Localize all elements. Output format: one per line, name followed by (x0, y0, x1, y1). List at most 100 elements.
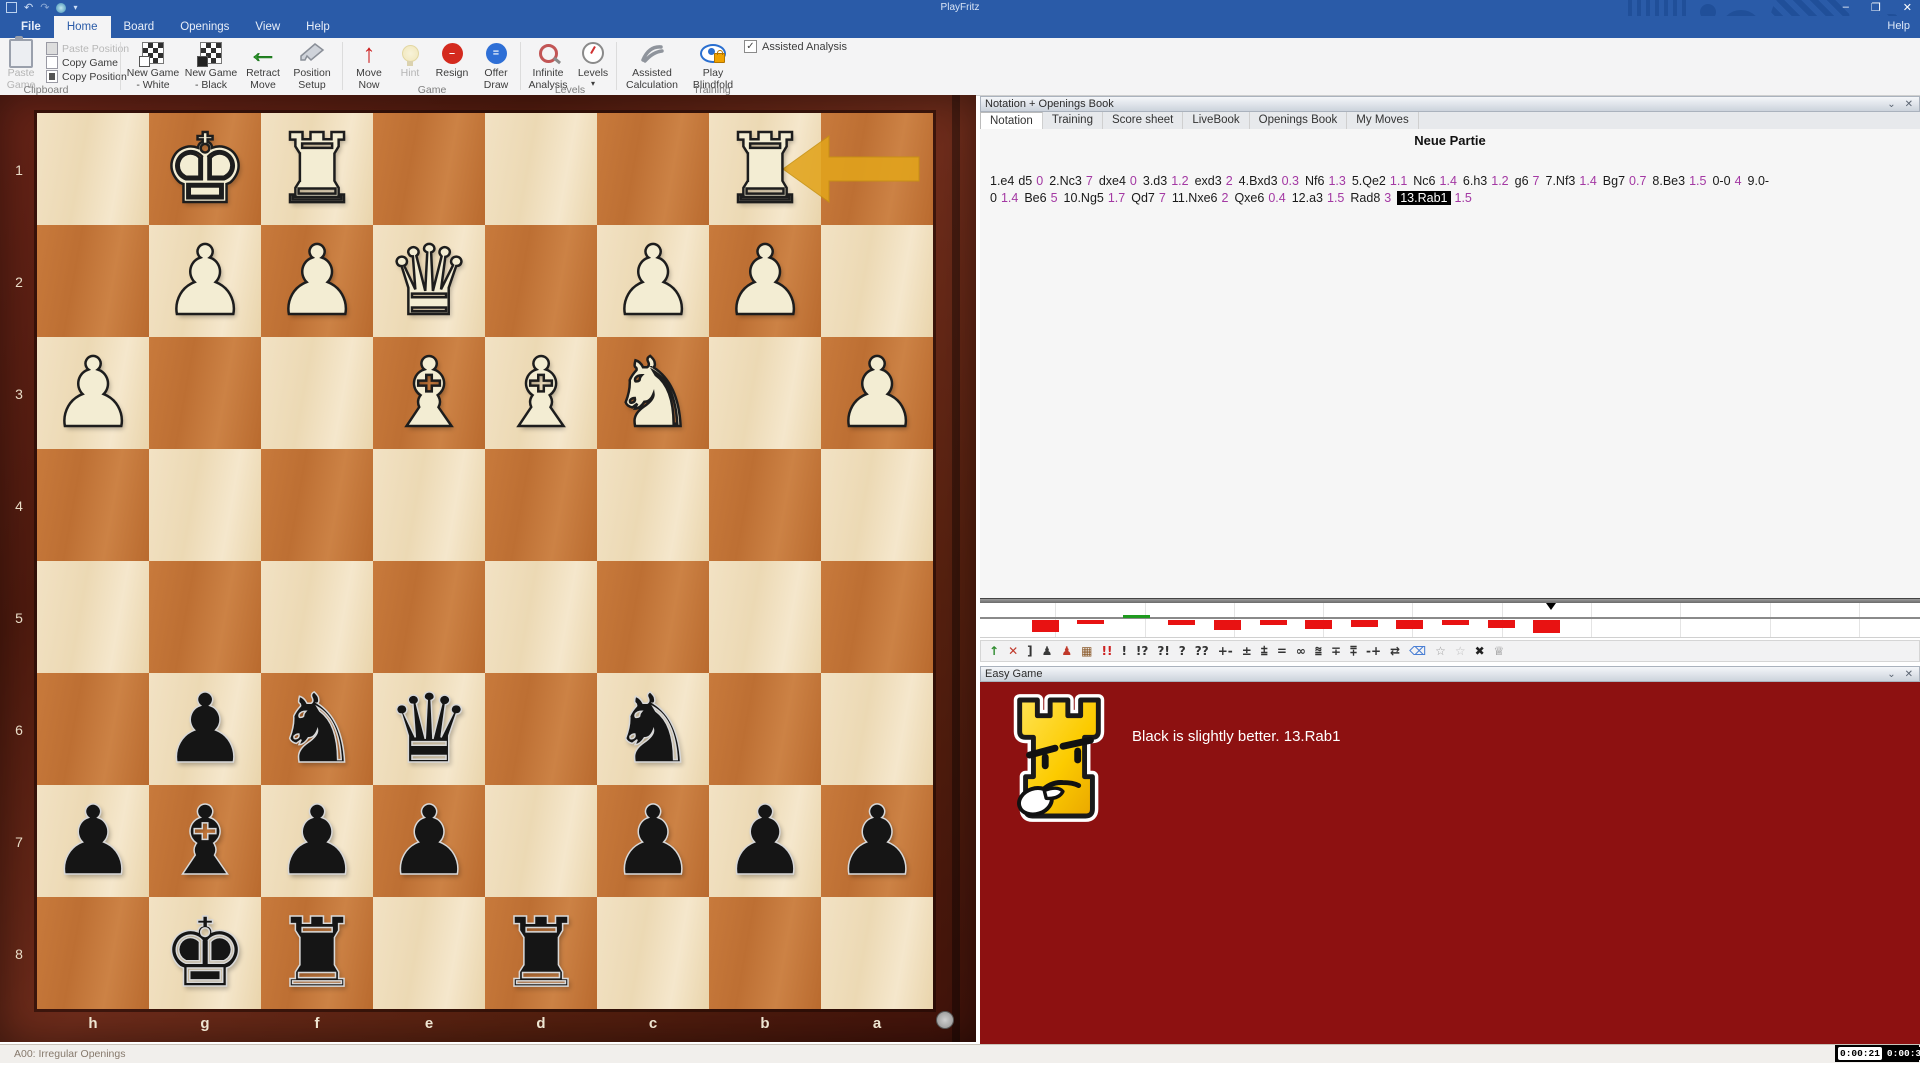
move[interactable]: Bg7 (1603, 174, 1625, 188)
black-pawn-e7[interactable]: ♟ (373, 785, 485, 897)
square-a8[interactable] (821, 897, 933, 1009)
new-game-black-button[interactable]: New Game- Black (182, 40, 240, 92)
dubious-move-icon[interactable]: ?! (1157, 644, 1169, 658)
square-h4[interactable] (37, 449, 149, 561)
black-pawn-g6[interactable]: ♟ (149, 673, 261, 785)
black-pawn-c7[interactable]: ♟ (597, 785, 709, 897)
square-g3[interactable] (149, 337, 261, 449)
square-d5[interactable] (485, 561, 597, 673)
square-d4[interactable] (485, 449, 597, 561)
square-f5[interactable] (261, 561, 373, 673)
square-c8[interactable] (597, 897, 709, 1009)
main-line-arrow-icon[interactable]: ↑ (989, 644, 999, 658)
star-plus-icon[interactable]: ☆ (1455, 644, 1466, 658)
move[interactable]: 12.a3 (1292, 191, 1323, 205)
move[interactable]: 6.h3 (1463, 174, 1487, 188)
position-setup-button[interactable]: PositionSetup (288, 40, 336, 92)
move[interactable]: 10.Ng5 (1064, 191, 1104, 205)
square-f4[interactable] (261, 449, 373, 561)
move[interactable]: 8.Be3 (1652, 174, 1685, 188)
resign-button[interactable]: – Resign (430, 40, 474, 79)
eval-bar-move-11[interactable] (1488, 620, 1515, 628)
square-f3[interactable] (261, 337, 373, 449)
tab-openings-book[interactable]: Openings Book (1250, 112, 1348, 129)
square-c5[interactable] (597, 561, 709, 673)
end-variation-icon[interactable]: ] (1027, 644, 1032, 658)
move[interactable]: 0-0 (1712, 174, 1730, 188)
square-a1[interactable] (821, 113, 933, 225)
current-move[interactable]: 13.Rab1 (1397, 191, 1450, 205)
white-rook-b1[interactable]: ♜ (709, 113, 821, 225)
unclear-icon[interactable]: ∞ (1296, 644, 1306, 658)
tab-view[interactable]: View (242, 16, 293, 38)
assisted-analysis-checkbox[interactable]: ✓ Assisted Analysis (744, 40, 847, 53)
notation-pane-header[interactable]: Notation + Openings Book ⌄✕ (980, 96, 1920, 112)
white-pawn-a3[interactable]: ♟ (821, 337, 933, 449)
pane-dropdown-icon[interactable]: ⌄ (1887, 98, 1895, 112)
current-position-marker[interactable] (1546, 603, 1556, 610)
tab-board[interactable]: Board (111, 16, 168, 38)
easy-game-pane-header[interactable]: Easy Game ⌄✕ (980, 666, 1920, 682)
interesting-move-icon[interactable]: !? (1136, 644, 1148, 658)
white-slightly-better-icon[interactable]: ⩲ (1261, 644, 1268, 659)
help-link[interactable]: Help (1887, 20, 1910, 32)
tab-notation[interactable]: Notation (980, 112, 1043, 129)
move[interactable]: 3.d3 (1143, 174, 1167, 188)
black-knight-c6[interactable]: ♞ (597, 673, 709, 785)
counterplay-icon[interactable]: ⇄ (1390, 644, 1400, 658)
minimize-button[interactable]: – (1843, 1, 1849, 14)
move[interactable]: g6 (1515, 174, 1529, 188)
tab-home[interactable]: Home (54, 16, 111, 38)
tab-openings[interactable]: Openings (167, 16, 242, 38)
compensation-icon[interactable]: ⩰ (1315, 644, 1322, 659)
eval-bar-move-2[interactable] (1077, 620, 1104, 624)
white-pawn-c2[interactable]: ♟ (597, 225, 709, 337)
white-pawn-f2[interactable]: ♟ (261, 225, 373, 337)
square-g5[interactable] (149, 561, 261, 673)
pane-close-icon[interactable]: ✕ (1905, 98, 1913, 112)
square-a4[interactable] (821, 449, 933, 561)
eval-bar-move-9[interactable] (1396, 620, 1423, 629)
black-winning-icon[interactable]: -+ (1366, 644, 1381, 658)
tab-score-sheet[interactable]: Score sheet (1103, 112, 1183, 129)
move-now-button[interactable]: ↑ MoveNow (348, 40, 390, 92)
square-e4[interactable] (373, 449, 485, 561)
assisted-calculation-button[interactable]: AssistedCalculation (620, 40, 684, 92)
square-a6[interactable] (821, 673, 933, 785)
black-pawn-a7[interactable]: ♟ (821, 785, 933, 897)
eraser-icon[interactable]: ⌫ (1409, 644, 1426, 658)
square-g4[interactable] (149, 449, 261, 561)
eval-bar-move-1[interactable] (1032, 620, 1059, 632)
delete-move-icon[interactable]: ✕ (1008, 644, 1018, 658)
move[interactable]: Nc6 (1413, 174, 1435, 188)
move[interactable]: Qd7 (1131, 191, 1155, 205)
eval-bar-move-7[interactable] (1305, 620, 1332, 629)
black-knight-f6[interactable]: ♞ (261, 673, 373, 785)
eval-bar-move-10[interactable] (1442, 620, 1469, 625)
mistake-icon[interactable]: ? (1179, 644, 1186, 658)
move[interactable]: dxe4 (1099, 174, 1126, 188)
restore-button[interactable]: ❐ (1871, 1, 1881, 14)
red-pawn-icon[interactable]: ♟ (1061, 644, 1072, 658)
equal-icon[interactable]: = (1277, 644, 1287, 658)
chessboard[interactable]: ♚♜♜♟♟♛♟♟♟♝♝♞♟♟♞♛♞♟♝♟♟♟♟♟♚♜♜ (37, 113, 933, 1009)
levels-button[interactable]: Levels▾ (574, 40, 612, 89)
square-b6[interactable] (709, 673, 821, 785)
white-pawn-h3[interactable]: ♟ (37, 337, 149, 449)
move[interactable]: Rad8 (1350, 191, 1380, 205)
move[interactable]: Nf6 (1305, 174, 1324, 188)
square-c4[interactable] (597, 449, 709, 561)
black-rook-d8[interactable]: ♜ (485, 897, 597, 1009)
square-h1[interactable] (37, 113, 149, 225)
eval-bar-move-3[interactable] (1123, 615, 1150, 618)
black-rook-f8[interactable]: ♜ (261, 897, 373, 1009)
medal-icon[interactable]: ♕ (1494, 644, 1505, 658)
square-c1[interactable] (597, 113, 709, 225)
white-rook-f1[interactable]: ♜ (261, 113, 373, 225)
white-knight-c3[interactable]: ♞ (597, 337, 709, 449)
square-d1[interactable] (485, 113, 597, 225)
good-move-icon[interactable]: ! (1121, 644, 1126, 658)
black-pawn-b7[interactable]: ♟ (709, 785, 821, 897)
move[interactable]: 1.e4 (990, 174, 1014, 188)
square-b4[interactable] (709, 449, 821, 561)
